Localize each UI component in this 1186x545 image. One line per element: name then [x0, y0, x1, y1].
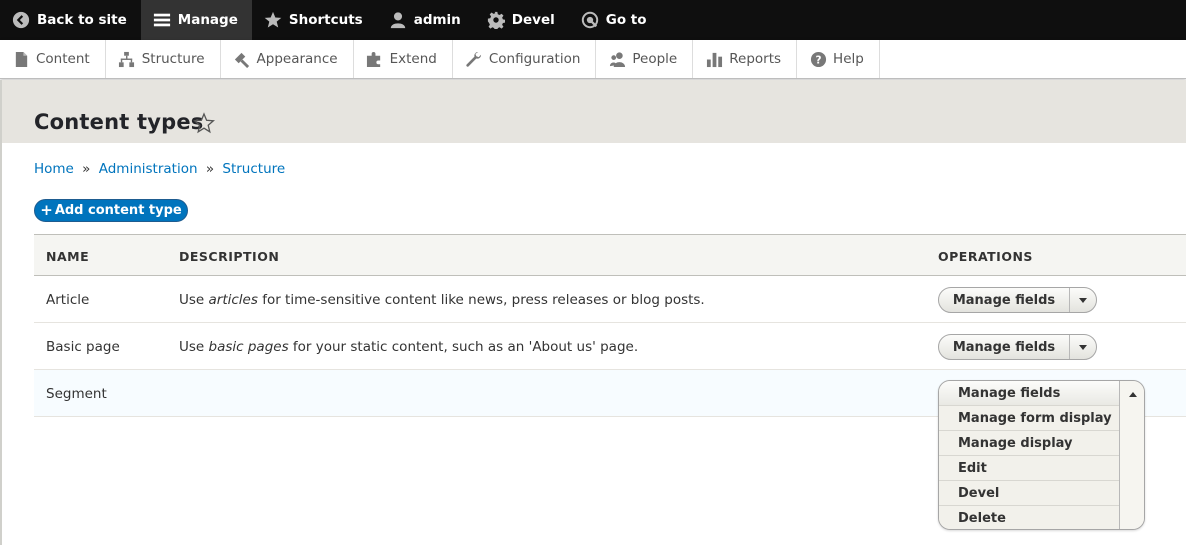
- left-edge-divider: [0, 80, 2, 545]
- toolbar-shortcuts-label: Shortcuts: [288, 12, 363, 28]
- operations-dropbutton-open: Manage fields Manage form display Manage…: [938, 380, 1145, 530]
- option-edit[interactable]: Edit: [939, 456, 1119, 481]
- column-header-operations: OPERATIONS: [938, 249, 1033, 264]
- goto-icon: [580, 10, 600, 30]
- table-row-article: Article Use articles for time-sensitive …: [34, 276, 1186, 323]
- chevron-up-icon: [1129, 392, 1137, 397]
- column-header-description: DESCRIPTION: [179, 249, 280, 264]
- admin-tray: Content Structure Appearance Extend Conf…: [0, 40, 1186, 79]
- table-row-basic-page: Basic page Use basic pages for your stat…: [34, 323, 1186, 370]
- operations-dropbutton: Manage fields: [938, 287, 1097, 313]
- tray-item-reports[interactable]: Reports: [693, 40, 798, 78]
- user-icon: [388, 10, 408, 30]
- dropbutton-toggle[interactable]: [1069, 335, 1096, 359]
- dropbutton-toggle[interactable]: [1119, 381, 1144, 529]
- operations-dropbutton: Manage fields: [938, 334, 1097, 360]
- tray-people-label: People: [632, 51, 678, 67]
- toolbar-goto[interactable]: Go to: [569, 0, 661, 40]
- add-content-type-label: Add content type: [54, 203, 182, 218]
- hamburger-menu-icon: [152, 10, 172, 30]
- dropbutton-toggle[interactable]: [1069, 288, 1096, 312]
- breadcrumb-home[interactable]: Home: [34, 161, 74, 177]
- toolbar-devel-label: Devel: [511, 12, 555, 28]
- row-name: Article: [46, 292, 90, 308]
- tray-reports-label: Reports: [729, 51, 782, 67]
- tray-item-help[interactable]: ? Help: [797, 40, 880, 78]
- star-icon: [263, 10, 283, 30]
- chevron-down-icon: [1079, 297, 1087, 303]
- tray-item-structure[interactable]: Structure: [106, 40, 221, 78]
- bar-chart-icon: [705, 50, 723, 68]
- dropbutton-options: Manage fields Manage form display Manage…: [939, 381, 1119, 529]
- gear-icon: [486, 10, 506, 30]
- toolbar-user[interactable]: admin: [377, 0, 475, 40]
- tray-help-label: Help: [833, 51, 864, 67]
- file-icon: [12, 50, 30, 68]
- toolbar-shortcuts[interactable]: Shortcuts: [252, 0, 377, 40]
- plus-icon: +: [40, 201, 53, 219]
- tray-content-label: Content: [36, 51, 90, 67]
- breadcrumb: Home » Administration » Structure: [34, 161, 285, 177]
- option-manage-display[interactable]: Manage display: [939, 431, 1119, 456]
- manage-fields-button[interactable]: Manage fields: [939, 288, 1069, 312]
- people-icon: [608, 50, 626, 68]
- tray-item-appearance[interactable]: Appearance: [221, 40, 354, 78]
- paintbrush-icon: [233, 50, 251, 68]
- tray-configuration-label: Configuration: [488, 51, 581, 67]
- puzzle-icon: [366, 50, 384, 68]
- option-delete[interactable]: Delete: [939, 506, 1119, 529]
- option-devel[interactable]: Devel: [939, 481, 1119, 506]
- tray-item-extend[interactable]: Extend: [354, 40, 453, 78]
- row-name: Basic page: [46, 339, 120, 355]
- page-title: Content types: [34, 110, 204, 134]
- breadcrumb-separator: »: [205, 161, 215, 177]
- tray-structure-label: Structure: [141, 51, 205, 67]
- row-name: Segment: [46, 386, 107, 402]
- toolbar-goto-label: Go to: [605, 12, 647, 28]
- option-manage-fields[interactable]: Manage fields: [939, 381, 1119, 406]
- help-icon: ?: [809, 50, 827, 68]
- row-description: Use articles for time-sensitive content …: [179, 292, 705, 308]
- toolbar-back-label: Back to site: [37, 12, 127, 28]
- toolbar-devel[interactable]: Devel: [475, 0, 569, 40]
- breadcrumb-structure[interactable]: Structure: [222, 161, 285, 177]
- tray-item-people[interactable]: People: [596, 40, 694, 78]
- tray-item-content[interactable]: Content: [0, 40, 106, 78]
- add-content-type-button[interactable]: + Add content type: [34, 199, 188, 222]
- breadcrumb-administration[interactable]: Administration: [99, 161, 198, 177]
- toolbar-manage-label: Manage: [177, 12, 238, 28]
- option-manage-form-display[interactable]: Manage form display: [939, 406, 1119, 431]
- toolbar-user-label: admin: [413, 12, 461, 28]
- back-arrow-icon: [11, 10, 31, 30]
- breadcrumb-separator: »: [82, 161, 91, 177]
- toolbar-manage[interactable]: Manage: [140, 0, 252, 40]
- admin-toolbar: Back to site Manage Shortcuts admin Deve…: [0, 0, 1186, 40]
- shortcut-star-icon[interactable]: [192, 112, 216, 134]
- column-header-name: NAME: [46, 249, 90, 264]
- chevron-down-icon: [1079, 344, 1087, 350]
- manage-fields-button[interactable]: Manage fields: [939, 335, 1069, 359]
- toolbar-back-to-site[interactable]: Back to site: [0, 0, 141, 40]
- tray-extend-label: Extend: [389, 51, 437, 67]
- table-header: NAME DESCRIPTION OPERATIONS: [34, 234, 1186, 276]
- tray-appearance-label: Appearance: [256, 51, 338, 67]
- row-description: Use basic pages for your static content,…: [179, 339, 639, 355]
- svg-text:?: ?: [815, 54, 821, 66]
- sitemap-icon: [118, 50, 136, 68]
- wrench-icon: [465, 50, 483, 68]
- tray-item-configuration[interactable]: Configuration: [453, 40, 597, 78]
